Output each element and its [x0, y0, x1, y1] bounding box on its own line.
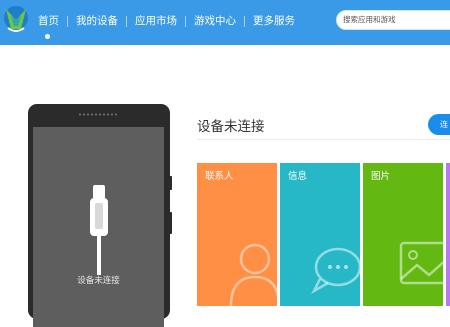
nav-divider — [67, 15, 68, 27]
picture-icon — [399, 241, 443, 285]
nav-my-device[interactable]: 我的设备 — [76, 13, 118, 29]
nav-game-center[interactable]: 游戏中心 — [194, 13, 236, 29]
main-nav: 首页 我的设备 应用市场 游戏中心 更多服务 — [38, 13, 295, 29]
active-nav-indicator — [45, 34, 50, 39]
usb-plug-icon — [90, 185, 108, 275]
nav-app-market[interactable]: 应用市场 — [135, 13, 177, 29]
contact-icon — [229, 243, 277, 306]
device-panel-title: 设备未连接 — [197, 119, 265, 135]
nav-divider — [126, 15, 127, 27]
connect-button-label: 连 — [440, 120, 448, 129]
tile-messages[interactable]: 信息 — [280, 163, 360, 306]
tile-contacts[interactable]: 联系人 — [197, 163, 277, 306]
search-input[interactable]: 搜索应用和游戏 — [336, 10, 450, 30]
speaker-grille-icon — [79, 113, 117, 116]
device-status-text: 设备未连接 — [77, 276, 120, 286]
app-logo[interactable] — [3, 4, 29, 34]
phone-screen: 设备未连接 — [33, 127, 164, 327]
message-icon — [311, 247, 360, 295]
tile-pictures[interactable]: 图片 — [363, 163, 443, 306]
top-bar: 首页 我的设备 应用市场 游戏中心 更多服务 搜索应用和游戏 — [0, 0, 450, 45]
nav-divider — [185, 15, 186, 27]
tile-more[interactable] — [446, 163, 450, 306]
nav-divider — [244, 15, 245, 27]
phone-illustration: 设备未连接 — [28, 104, 170, 327]
connect-button[interactable]: 连 — [428, 114, 450, 135]
nav-more-services[interactable]: 更多服务 — [253, 13, 295, 29]
search-placeholder: 搜索应用和游戏 — [343, 15, 396, 24]
phone-side-button — [169, 176, 172, 190]
nav-home[interactable]: 首页 — [38, 13, 59, 29]
section-divider — [197, 139, 450, 140]
phone-side-button — [169, 212, 172, 234]
